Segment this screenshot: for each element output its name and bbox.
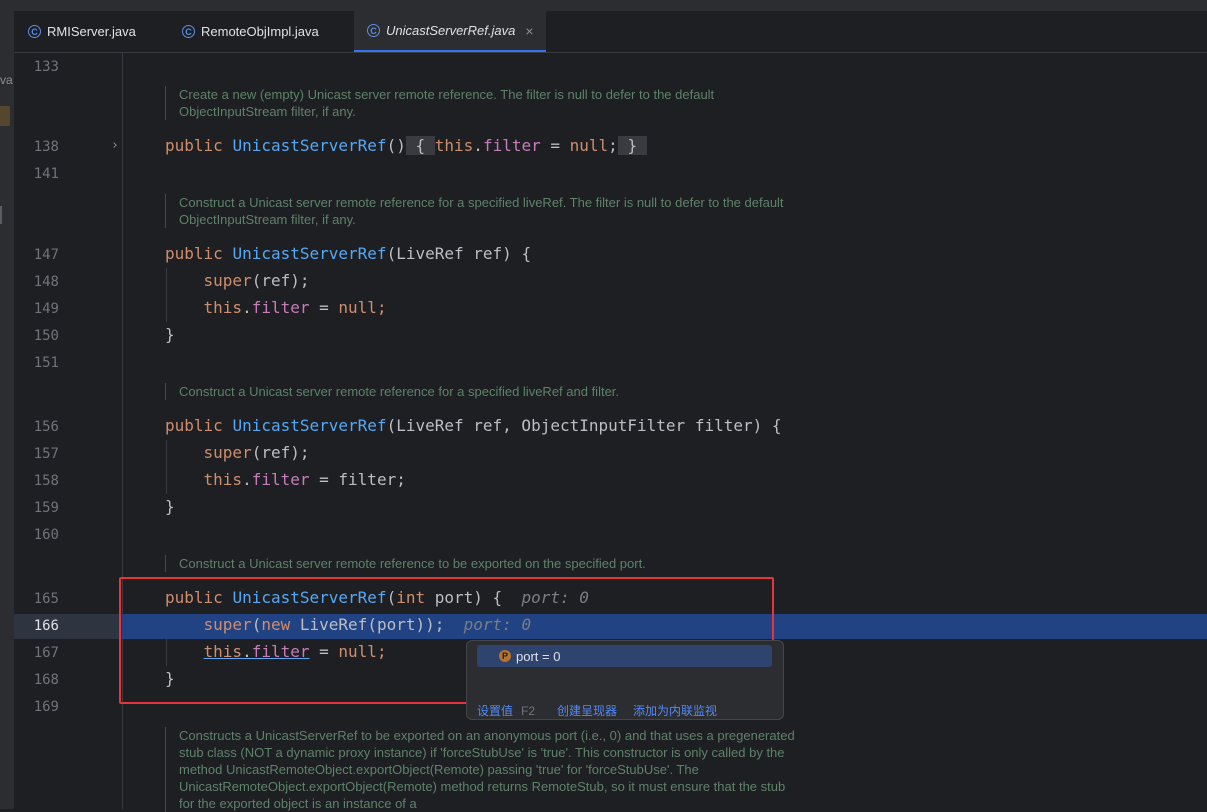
line-number: 141: [33, 166, 59, 182]
doc-comment: Constructs a UnicastServerRef to be expo…: [165, 727, 799, 812]
folded-region[interactable]: }: [617, 136, 647, 155]
debug-value-popup: P port = 0 设置值 F2 创建呈现器 添加为内联监视: [466, 640, 784, 720]
left-strip-marker: [0, 106, 10, 126]
class-icon: C: [28, 25, 41, 38]
doc-comment: Construct a Unicast server remote refere…: [165, 555, 799, 572]
line-number: 159: [33, 500, 59, 516]
variable-entry[interactable]: P port = 0: [477, 645, 772, 667]
tab-rmiserver[interactable]: C RMIServer.java: [28, 11, 136, 52]
class-icon: C: [367, 24, 380, 37]
tab-label: UnicastServerRef.java: [386, 23, 516, 38]
line-number: 138: [33, 139, 59, 155]
fold-expand-icon[interactable]: ›: [111, 138, 119, 153]
left-strip-text: va: [0, 73, 13, 87]
doc-comment: Create a new (empty) Unicast server remo…: [165, 86, 799, 120]
code-line: }: [165, 497, 175, 516]
line-number: 167: [33, 645, 59, 661]
line-number: 151: [33, 355, 59, 371]
set-value-shortcut: F2: [521, 704, 536, 718]
code-line: }: [165, 325, 175, 344]
line-number: 156: [33, 419, 59, 435]
editor-tabs: C RMIServer.java C RemoteObjImpl.java C …: [14, 11, 1207, 53]
add-inline-watch-link[interactable]: 添加为内联监视: [633, 704, 717, 718]
code-line: super(ref);: [203, 443, 310, 462]
close-icon[interactable]: ×: [525, 23, 533, 39]
line-number: 169: [33, 699, 59, 715]
line-number: 168: [33, 672, 59, 688]
line-number: 157: [33, 446, 59, 462]
code-line: public UnicastServerRef(LiveRef ref) {: [165, 244, 532, 263]
line-number: 149: [33, 301, 59, 317]
parameter-icon: P: [499, 650, 511, 662]
code-line: this.filter = filter;: [203, 470, 406, 489]
line-number: 133: [33, 59, 59, 75]
tab-label: RemoteObjImpl.java: [201, 24, 319, 39]
variable-value: port = 0: [516, 648, 561, 664]
title-bar: [0, 0, 1207, 11]
line-number-current: 166: [33, 618, 59, 634]
class-icon: C: [182, 25, 195, 38]
code-line: super(ref);: [203, 271, 310, 290]
create-renderer-link[interactable]: 创建呈现器: [557, 704, 617, 718]
line-number: 148: [33, 274, 59, 290]
code-line: this.filter = null;: [203, 298, 387, 317]
line-number: 165: [33, 591, 59, 607]
line-number: 158: [33, 473, 59, 489]
left-strip-scroll-marker: [0, 206, 2, 224]
tab-unicastserverref[interactable]: C UnicastServerRef.java ×: [354, 11, 546, 52]
line-number: 160: [33, 527, 59, 543]
code-line: public UnicastServerRef() { this.filter …: [165, 135, 647, 157]
left-tool-strip: va: [0, 11, 14, 809]
line-number: 147: [33, 247, 59, 263]
doc-comment: Construct a Unicast server remote refere…: [165, 194, 799, 228]
tab-remoteobjimpl[interactable]: C RemoteObjImpl.java: [182, 11, 319, 52]
set-value-link[interactable]: 设置值: [477, 704, 513, 718]
doc-comment: Construct a Unicast server remote refere…: [165, 383, 799, 400]
tab-label: RMIServer.java: [47, 24, 136, 39]
line-number: 150: [33, 328, 59, 344]
popup-footer: 设置值 F2 创建呈现器 添加为内联监视: [477, 702, 717, 719]
folded-region[interactable]: {: [405, 136, 435, 155]
code-line: public UnicastServerRef(LiveRef ref, Obj…: [165, 416, 782, 435]
